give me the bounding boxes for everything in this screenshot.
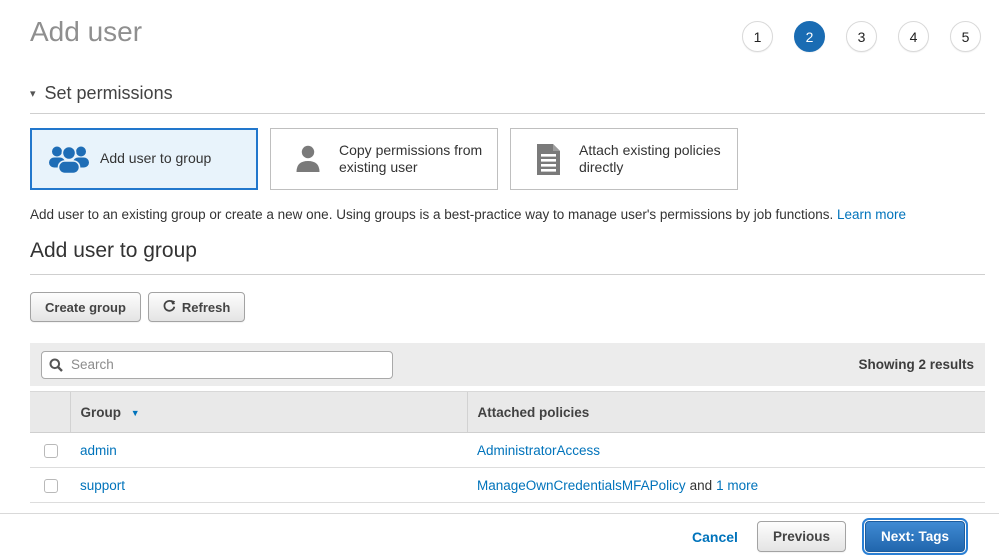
previous-button[interactable]: Previous [757,521,846,552]
wizard-step-2-active[interactable]: 2 [794,21,825,52]
row-checkbox-cell [30,468,70,503]
table-header-row: Group ▼ Attached policies [30,392,985,433]
user-icon [277,144,339,174]
group-actions: Create group Refresh [30,292,985,322]
page-title: Add user [30,16,142,48]
previous-label: Previous [773,529,830,544]
collapse-caret-icon: ▾ [30,87,36,100]
group-help-text: Add user to an existing group or create … [30,207,985,222]
group-cell: support [70,468,467,503]
option-copy-permissions[interactable]: Copy permissions from existing user [270,128,498,190]
option-label: Add user to group [100,150,217,168]
column-policies-label: Attached policies [478,405,590,420]
create-group-label: Create group [45,300,126,315]
page-header: Add user 1 2 3 4 5 [30,0,985,52]
help-text: Add user to an existing group or create … [30,207,833,222]
sort-desc-icon: ▼ [131,408,140,418]
wizard-step-1[interactable]: 1 [742,21,773,52]
table-toolbar: Showing 2 results [30,343,985,386]
option-add-user-to-group[interactable]: Add user to group [30,128,258,190]
column-header-group[interactable]: Group ▼ [70,392,467,433]
results-count: Showing 2 results [858,357,974,372]
group-link[interactable]: admin [80,443,117,458]
wizard-step-4[interactable]: 4 [898,21,929,52]
refresh-button[interactable]: Refresh [148,292,245,322]
and-text: and [690,478,713,493]
groups-table-panel: Showing 2 results Group ▼ Attached polic… [30,343,985,503]
policies-cell: ManageOwnCredentialsMFAPolicy and1 more [467,468,985,503]
table-row: admin AdministratorAccess [30,433,985,468]
option-attach-policies[interactable]: Attach existing policies directly [510,128,738,190]
section-title: Set permissions [45,83,173,104]
group-link[interactable]: support [80,478,125,493]
search-icon [49,358,63,375]
policy-document-icon [517,143,579,176]
column-header-attached-policies: Attached policies [467,392,985,433]
permission-option-cards: Add user to group Copy permissions from … [30,128,985,190]
groups-table: Group ▼ Attached policies admin [30,391,985,503]
search-input[interactable] [41,351,393,379]
row-checkbox[interactable] [44,479,58,493]
search-wrap [41,351,393,379]
add-user-wizard-page: Add user 1 2 3 4 5 ▾ Set permissions [0,0,999,503]
wizard-step-5[interactable]: 5 [950,21,981,52]
users-group-icon [38,144,100,174]
row-checkbox-cell [30,433,70,468]
group-section-title: Add user to group [30,239,985,275]
wizard-step-3[interactable]: 3 [846,21,877,52]
more-policies-link[interactable]: 1 more [716,478,758,493]
wizard-footer: Cancel Previous Next: Tags [0,514,999,557]
next-tags-button[interactable]: Next: Tags [865,521,965,552]
option-label: Attach existing policies directly [579,142,731,177]
refresh-icon [163,299,176,315]
set-permissions-section-header[interactable]: ▾ Set permissions [30,83,985,114]
wizard-steps: 1 2 3 4 5 [742,21,981,52]
policy-link[interactable]: AdministratorAccess [477,443,600,458]
row-checkbox[interactable] [44,444,58,458]
table-row: support ManageOwnCredentialsMFAPolicy and… [30,468,985,503]
next-tags-label: Next: Tags [881,529,949,544]
policies-cell: AdministratorAccess [467,433,985,468]
column-group-label: Group [81,405,122,420]
cancel-link[interactable]: Cancel [692,529,738,545]
group-cell: admin [70,433,467,468]
learn-more-link[interactable]: Learn more [837,207,906,222]
option-label: Copy permissions from existing user [339,142,491,177]
header-checkbox-cell [30,392,70,433]
create-group-button[interactable]: Create group [30,292,141,322]
policy-link[interactable]: ManageOwnCredentialsMFAPolicy [477,478,686,493]
refresh-label: Refresh [182,300,230,315]
